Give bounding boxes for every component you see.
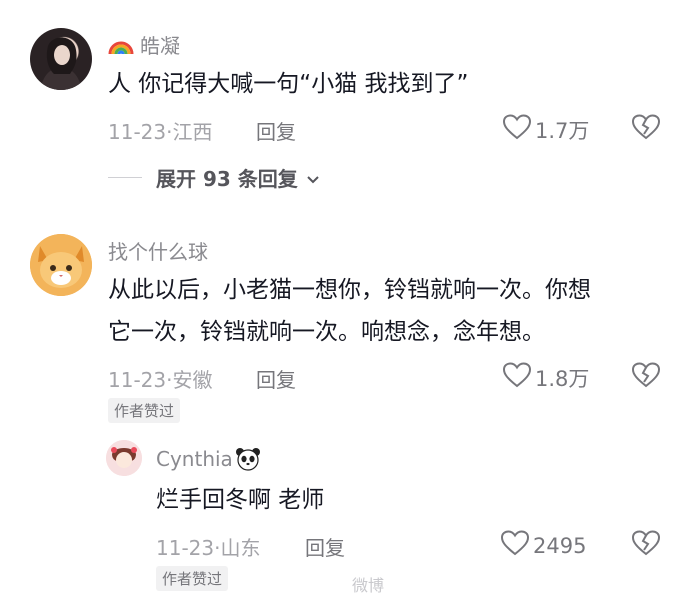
- author-liked-badge: 作者赞过: [108, 398, 181, 423]
- broken-heart-icon: [631, 530, 661, 560]
- comment-meta: 11-23·山东: [156, 536, 261, 560]
- dislike-button[interactable]: [631, 362, 661, 392]
- rainbow-icon: [108, 34, 134, 56]
- comment-text: 烂手回冬啊 老师: [156, 487, 325, 513]
- comment-text-line-2: 它一次，铃铛就响一次。响想念，念年想。: [108, 319, 545, 345]
- like-count: 1.7万: [535, 118, 590, 143]
- divider: [108, 177, 142, 178]
- chevron-down-icon: [306, 166, 320, 190]
- dislike-button[interactable]: [631, 530, 661, 560]
- broken-heart-icon: [631, 362, 661, 392]
- broken-heart-icon: [631, 114, 661, 144]
- comment-text: 人 你记得大喊一句“小猫 我找到了”: [108, 71, 469, 97]
- username-text: 找个什么球: [108, 240, 208, 264]
- like-button[interactable]: 1.8万: [502, 362, 590, 393]
- heart-icon: [500, 530, 530, 561]
- like-count: 2495: [533, 533, 587, 558]
- username-text: 皓凝: [140, 34, 180, 58]
- avatar[interactable]: [106, 440, 142, 476]
- comment-location: 江西: [172, 120, 213, 144]
- heart-icon: [502, 114, 532, 145]
- dislike-button[interactable]: [631, 114, 661, 144]
- expand-replies-label: 展开 93 条回复: [156, 167, 298, 191]
- comment-meta: 11-23·安徽: [108, 368, 213, 392]
- expand-replies-button[interactable]: 展开 93 条回复: [108, 163, 320, 192]
- author-liked-badge: 作者赞过: [156, 566, 229, 591]
- watermark: 微博: [352, 576, 385, 595]
- username-text: Cynthia: [156, 447, 233, 471]
- comment-date: 11-23: [156, 536, 215, 560]
- username[interactable]: Cynthia: [156, 447, 261, 471]
- comment-text-line-1: 从此以后，小老猫一想你，铃铛就响一次。你想: [108, 277, 591, 303]
- like-button[interactable]: 2495: [500, 530, 587, 561]
- comment-location: 安徽: [172, 368, 213, 392]
- comment-location: 山东: [220, 536, 261, 560]
- comment-date: 11-23: [108, 368, 167, 392]
- like-count: 1.8万: [535, 366, 590, 391]
- avatar[interactable]: [30, 234, 92, 296]
- heart-icon: [502, 362, 532, 393]
- reply-button[interactable]: 回复: [256, 116, 296, 145]
- reply-button[interactable]: 回复: [305, 532, 345, 561]
- comment-meta: 11-23·江西: [108, 120, 213, 144]
- comment-date: 11-23: [108, 120, 167, 144]
- reply-button[interactable]: 回复: [256, 364, 296, 393]
- like-button[interactable]: 1.7万: [502, 114, 590, 145]
- username[interactable]: 皓凝: [108, 30, 180, 59]
- avatar[interactable]: [30, 28, 92, 90]
- panda-icon: [235, 447, 261, 471]
- username[interactable]: 找个什么球: [108, 236, 208, 265]
